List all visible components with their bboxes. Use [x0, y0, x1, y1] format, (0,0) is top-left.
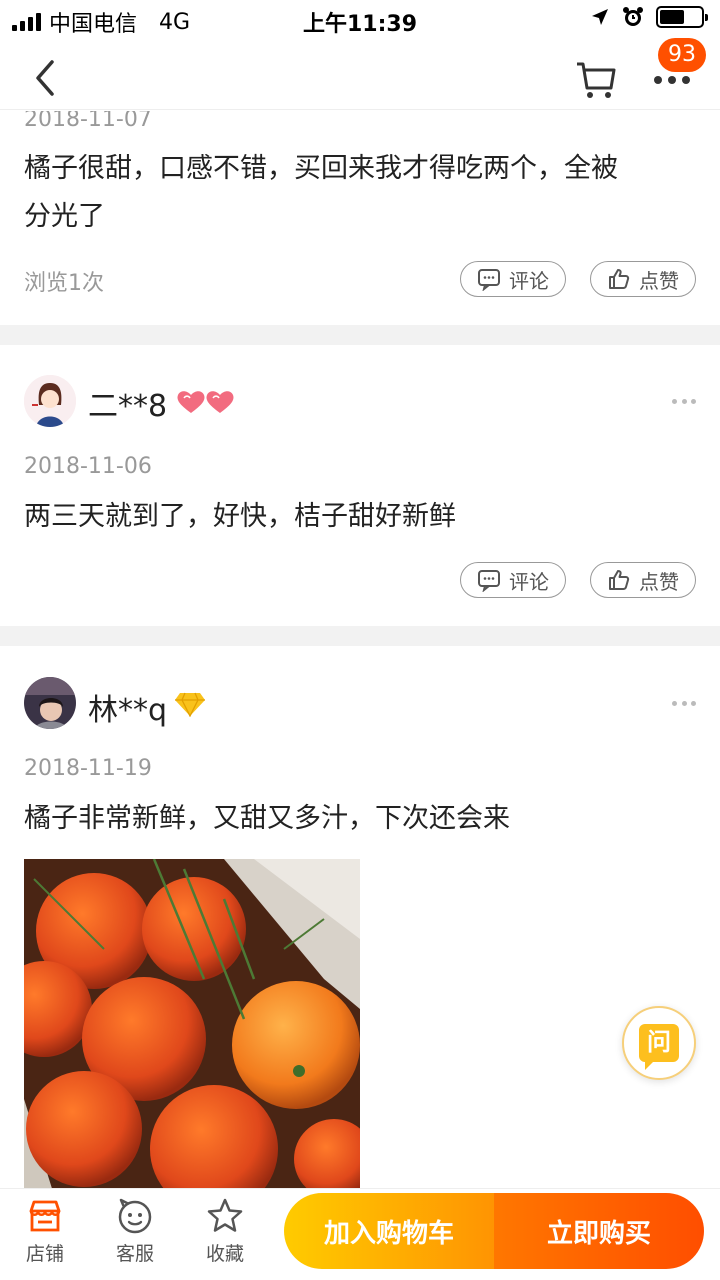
- avatar-image: [24, 677, 76, 729]
- shop-tab[interactable]: 店铺: [10, 1197, 80, 1266]
- service-tab[interactable]: 客服: [100, 1197, 170, 1266]
- review-text-line: 分光了: [24, 201, 105, 232]
- thumbs-up-icon: [609, 269, 630, 289]
- ask-button[interactable]: 问: [622, 1006, 696, 1080]
- question-icon: 问: [639, 1024, 679, 1070]
- avatar: [24, 375, 76, 427]
- review-photo[interactable]: [24, 859, 360, 1188]
- comment-icon: [478, 269, 500, 291]
- bottom-action-bar: 店铺 客服 收藏 加入购物车 立即购买: [0, 1188, 720, 1280]
- cart-icon[interactable]: [574, 58, 618, 102]
- add-to-cart-button[interactable]: 加入购物车: [284, 1193, 494, 1269]
- review-text: 两三天就到了，好快，桔子甜好新鲜: [24, 501, 456, 532]
- comment-label: 评论: [509, 569, 549, 594]
- oranges-photo: [24, 859, 360, 1188]
- chevron-left-icon[interactable]: [28, 58, 64, 98]
- like-label: 点赞: [639, 569, 679, 594]
- thumbs-up-icon: [609, 570, 630, 590]
- shop-icon: [29, 1200, 61, 1232]
- status-bar: 中国电信 4G 上午11:39: [0, 0, 720, 40]
- review-text-line: 橘子很甜，口感不错，买回来我才得吃两个，全被: [24, 153, 618, 184]
- username[interactable]: 二**8: [88, 381, 167, 425]
- comment-button[interactable]: 评论: [460, 562, 566, 598]
- more-options-icon[interactable]: [672, 701, 696, 709]
- favorite-tab[interactable]: 收藏: [190, 1197, 260, 1266]
- comment-icon: [478, 570, 500, 592]
- comment-button[interactable]: 评论: [460, 261, 566, 297]
- status-right: [590, 6, 708, 28]
- more-options-icon[interactable]: [672, 399, 696, 407]
- view-count: 浏览1次: [24, 271, 104, 296]
- comment-label: 评论: [509, 268, 549, 293]
- like-button[interactable]: 点赞: [590, 562, 696, 598]
- favorite-label: 收藏: [205, 1243, 244, 1265]
- avatar: [24, 677, 76, 729]
- service-label: 客服: [115, 1243, 154, 1265]
- review-date: 2018-11-07: [24, 111, 152, 132]
- battery-icon: [656, 6, 708, 28]
- location-icon: [592, 9, 608, 25]
- review-date: 2018-11-06: [24, 454, 152, 479]
- alarm-icon: [623, 7, 643, 26]
- username[interactable]: 林**q: [88, 685, 167, 729]
- like-button[interactable]: 点赞: [590, 261, 696, 297]
- review-list: 2018-11-07 橘子很甜，口感不错，买回来我才得吃两个，全被 分光了 浏览…: [0, 111, 720, 1188]
- diamond-level-icon: [175, 692, 205, 717]
- review-text: 橘子非常新鲜，又甜又多汁，下次还会来: [24, 803, 510, 834]
- shop-label: 店铺: [25, 1243, 64, 1265]
- star-icon: [207, 1198, 243, 1232]
- buy-now-button[interactable]: 立即购买: [494, 1193, 704, 1269]
- customer-service-icon: [118, 1198, 152, 1234]
- heart-level-icon: [177, 391, 234, 413]
- review-date: 2018-11-19: [24, 756, 152, 781]
- more-dots-icon[interactable]: [652, 70, 692, 90]
- review-text: 橘子很甜，口感不错，买回来我才得吃两个，全被 分光了: [24, 145, 696, 241]
- avatar-image: [24, 375, 76, 427]
- section-divider: [0, 325, 720, 345]
- message-badge[interactable]: 93: [658, 38, 706, 72]
- section-divider: [0, 626, 720, 646]
- like-label: 点赞: [639, 268, 679, 293]
- nav-bar: [0, 40, 720, 110]
